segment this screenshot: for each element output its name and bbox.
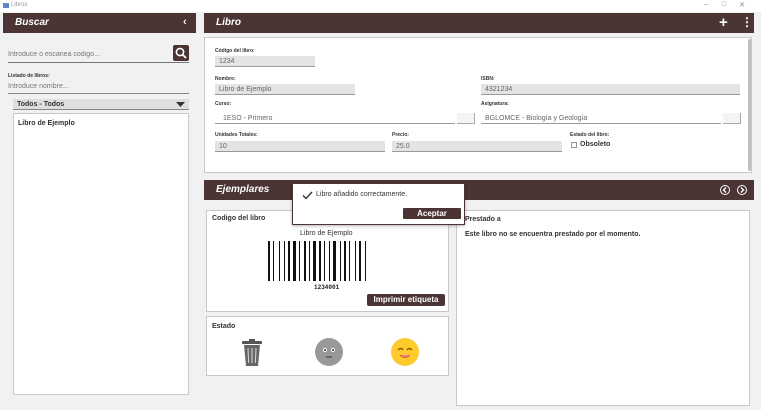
list-item[interactable]: Libro de Ejemplo bbox=[18, 120, 75, 127]
search-button[interactable] bbox=[173, 45, 189, 61]
happy-face-icon[interactable] bbox=[390, 337, 420, 367]
price-label: Precio: bbox=[392, 132, 409, 138]
neutral-face-icon[interactable] bbox=[314, 337, 344, 367]
course-picker-button[interactable] bbox=[457, 113, 475, 124]
state-card: Estado bbox=[206, 316, 449, 376]
name-field[interactable]: Libro de Ejemplo bbox=[215, 84, 355, 95]
units-label: Unidades Totales: bbox=[215, 132, 258, 138]
course-label: Curso: bbox=[215, 101, 232, 107]
barcode-card: Codigo del libro Libro de Ejemplo 123400… bbox=[206, 210, 449, 312]
name-filter-field[interactable]: Introduce nombre... bbox=[8, 81, 189, 94]
book-list-label: Listado de libros: bbox=[8, 73, 50, 79]
print-label-button[interactable]: Imprimir etiqueta bbox=[367, 294, 445, 306]
minimize-icon[interactable]: – bbox=[700, 1, 712, 8]
search-panel-header: Buscar ‹ bbox=[3, 13, 196, 33]
accept-button[interactable]: Aceptar bbox=[403, 208, 461, 219]
book-panel-title: Libro bbox=[216, 17, 241, 28]
price-field[interactable]: 25.0 bbox=[392, 141, 562, 152]
barcode-number: 1234001 bbox=[314, 284, 340, 291]
obsolete-label: Obsoleto bbox=[580, 141, 611, 148]
app-icon bbox=[3, 3, 9, 8]
subject-value: BGLOMCE - Biología y Geología bbox=[485, 115, 588, 122]
copies-panel-header: Ejemplares bbox=[204, 180, 754, 200]
chevron-left-icon bbox=[722, 186, 727, 193]
checkmark-icon bbox=[302, 191, 313, 200]
barcode-card-title: Codigo del libro bbox=[212, 215, 266, 222]
code-field[interactable]: 1234 bbox=[215, 56, 315, 67]
book-panel-header: Libro + ⋮ bbox=[204, 13, 754, 33]
close-icon[interactable]: ✕ bbox=[736, 1, 748, 9]
window-title: Libros bbox=[11, 2, 28, 8]
trash-icon[interactable] bbox=[240, 339, 264, 367]
isbn-field[interactable]: 4321234 bbox=[481, 84, 740, 95]
code-search-input[interactable] bbox=[8, 47, 173, 61]
name-label: Nombre: bbox=[215, 76, 236, 82]
loan-card-title: Prestado a bbox=[465, 216, 501, 223]
more-vertical-icon[interactable]: ⋮ bbox=[741, 15, 753, 29]
obsolete-checkbox[interactable] bbox=[571, 142, 577, 148]
loan-status-text: Este libro no se encuentra prestado por … bbox=[465, 231, 641, 238]
code-label: Código del libro: bbox=[215, 48, 255, 54]
toast-message: Libro añadido correctamente. bbox=[316, 191, 408, 198]
add-book-button[interactable]: + bbox=[719, 14, 728, 31]
collapse-chevron-icon[interactable]: ‹ bbox=[183, 16, 187, 28]
units-field[interactable]: 10 bbox=[215, 141, 385, 152]
filter-dropdown[interactable]: Todos - Todos bbox=[13, 99, 189, 110]
barcode-image bbox=[268, 241, 366, 281]
state-card-title: Estado bbox=[212, 323, 236, 330]
chevron-right-icon bbox=[740, 186, 745, 193]
subject-picker-button[interactable] bbox=[723, 113, 741, 124]
book-list[interactable]: Libro de Ejemplo bbox=[13, 113, 189, 395]
loan-card: Prestado a Este libro no se encuentra pr… bbox=[456, 210, 750, 406]
subject-field: BGLOMCE - Biología y Geología bbox=[481, 113, 721, 124]
subject-label: Asignatura: bbox=[481, 101, 509, 107]
previous-copy-button[interactable] bbox=[720, 185, 730, 195]
details-scrollbar[interactable] bbox=[748, 39, 751, 171]
filter-dropdown-value: Todos - Todos bbox=[17, 101, 65, 108]
name-filter-placeholder: Introduce nombre... bbox=[8, 83, 69, 90]
search-panel-title: Buscar bbox=[15, 17, 49, 28]
course-value: 1ESO - Primero bbox=[223, 115, 273, 122]
success-toast: Libro añadido correctamente. Aceptar bbox=[292, 183, 465, 225]
barcode-caption: Libro de Ejemplo bbox=[300, 230, 353, 237]
code-search-field bbox=[8, 45, 189, 63]
course-field: 1ESO - Primero bbox=[215, 113, 455, 124]
maximize-icon[interactable]: □ bbox=[718, 1, 730, 8]
isbn-label: ISBN: bbox=[481, 76, 495, 82]
copies-panel-title: Ejemplares bbox=[216, 184, 270, 195]
chevron-down-icon bbox=[176, 102, 185, 107]
window-titlebar: Libros – □ ✕ bbox=[0, 0, 761, 12]
next-copy-button[interactable] bbox=[737, 185, 747, 195]
status-label: Estado del libro: bbox=[570, 132, 610, 138]
search-icon bbox=[175, 47, 187, 59]
